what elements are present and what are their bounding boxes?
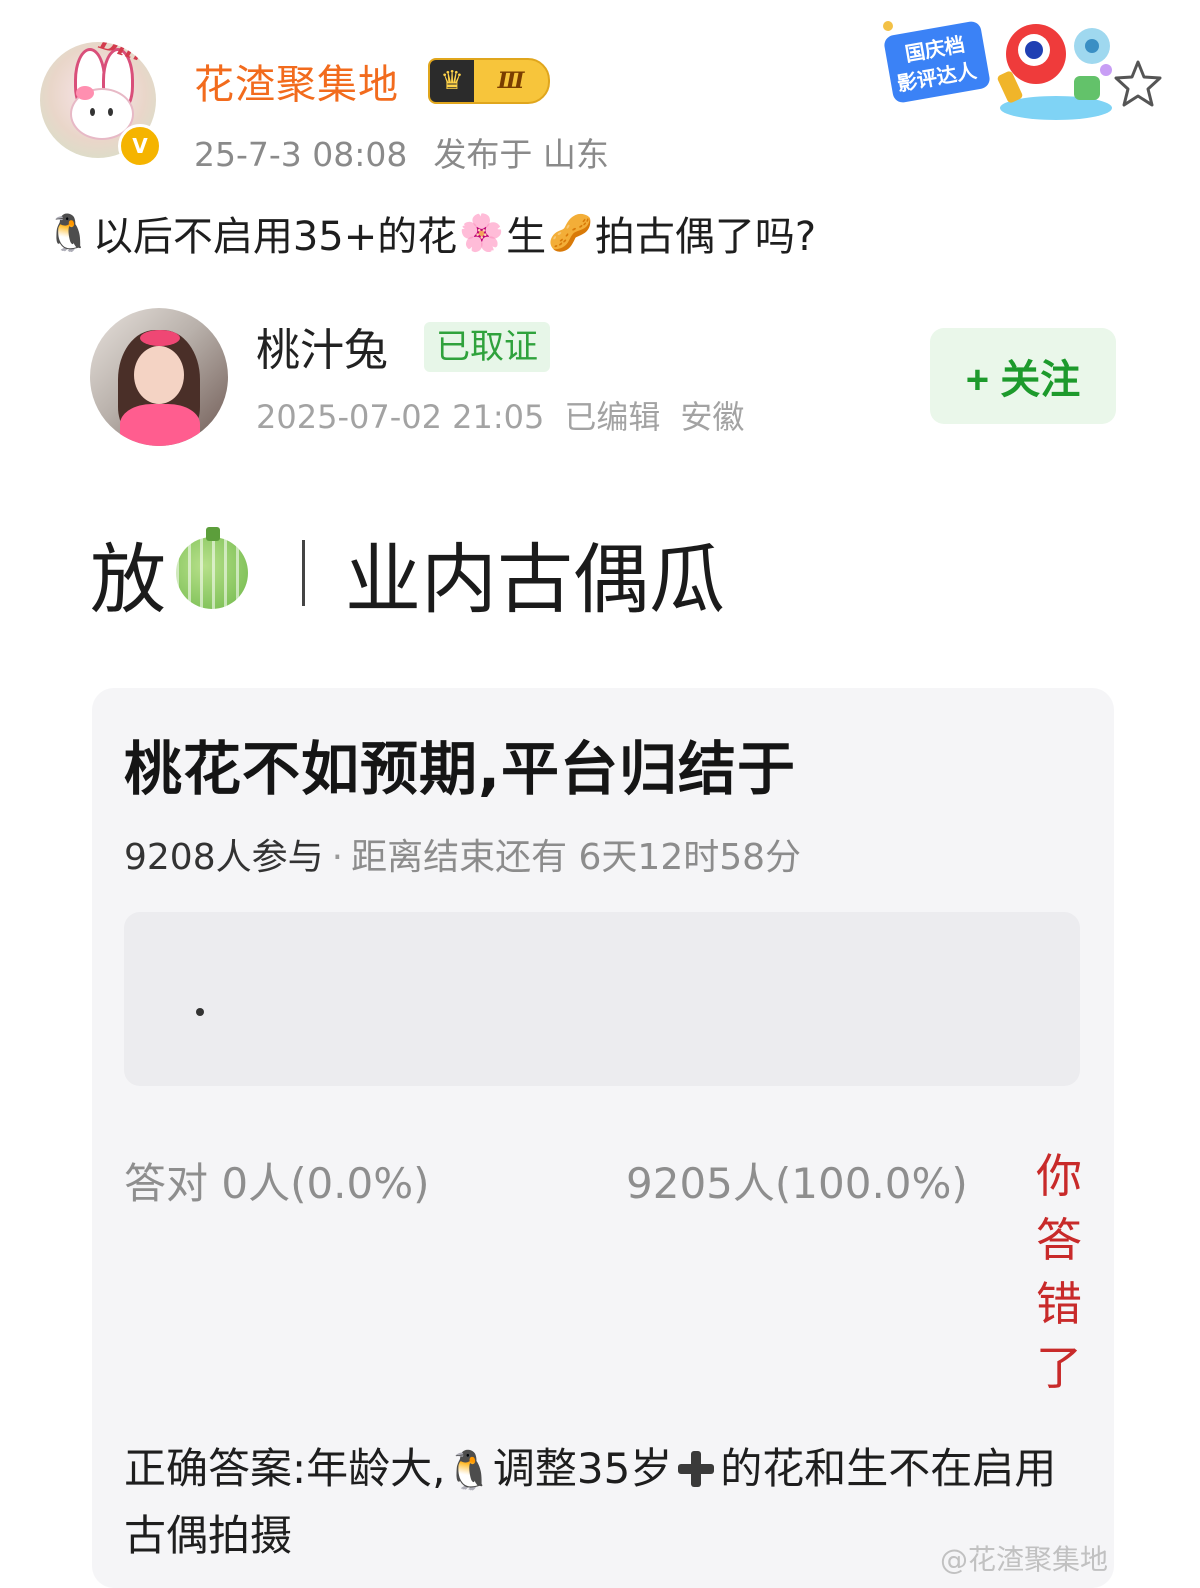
peanut-icon: 🥜 <box>548 213 593 254</box>
answer-part1: 正确答案:年龄大, <box>124 1444 446 1493</box>
headline-title: 业内古偶瓜 <box>345 535 725 624</box>
poll-other-stat: 9205人(100.0%) <box>626 1159 968 1208</box>
quoted-headline: 放 业内古偶瓜 <box>90 518 725 628</box>
post-meta: 25-7-3 08:08 发布于 山东 <box>194 128 609 176</box>
watermark: @花渣聚集地 <box>940 1543 1109 1576</box>
quoted-timestamp: 2025-07-02 21:05 <box>256 398 545 436</box>
crown-icon: ♛ <box>440 66 464 96</box>
wrong-char: 你 <box>1036 1149 1082 1203</box>
melon-icon <box>176 527 248 609</box>
plus-icon <box>676 1449 716 1489</box>
wrong-char: 了 <box>1036 1341 1082 1395</box>
poll-subtitle: 9208人参与 · 距离结束还有 6天12时58分 <box>124 828 801 880</box>
post-content: 🐧 以后不启用35+的花 🌸 生 🥜 拍古偶了吗? <box>44 204 816 262</box>
post-timestamp: 25-7-3 08:08 <box>194 135 408 174</box>
wrong-char: 答 <box>1036 1213 1082 1267</box>
poll-correct-stat: 答对 0人(0.0%) <box>124 1159 430 1208</box>
verified-tag: 已取证 <box>424 322 550 372</box>
author-name[interactable]: 花渣聚集地 <box>194 52 399 110</box>
wrong-answer-label: 你 答 错 了 <box>1034 1144 1084 1400</box>
poll-question: 桃花不如预期,平台归结于 <box>124 735 797 803</box>
avatar-eye-right <box>108 108 113 116</box>
edited-label: 已编辑 <box>564 398 661 436</box>
avatar-top <box>120 404 200 446</box>
headline-prefix: 放 <box>90 535 166 624</box>
poll-remaining-time: 距离结束还有 6天12时58分 <box>351 837 802 878</box>
avatar-eye-left <box>90 108 95 116</box>
post-text-part2: 生 <box>506 214 547 260</box>
verified-badge-icon: V <box>118 124 162 168</box>
member-level-badge[interactable]: ♛ Ⅲ <box>428 58 550 104</box>
answer-part2: 调整35岁 <box>492 1444 673 1493</box>
quoted-location: 安徽 <box>680 398 745 436</box>
holiday-review-badge-icon[interactable]: 国庆档 影评达人 <box>878 12 1118 120</box>
quoted-author-avatar[interactable] <box>90 308 228 446</box>
cherry-blossom-icon: 🌸 <box>459 213 505 254</box>
poll-option[interactable] <box>124 912 1080 1086</box>
follow-button[interactable]: + 关注 <box>930 328 1116 424</box>
member-level-text: Ⅲ <box>497 68 525 94</box>
headline-divider <box>302 540 305 606</box>
poll-separator: · <box>331 837 344 878</box>
quoted-author-name[interactable]: 桃汁兔 <box>256 314 388 378</box>
post-text-part1: 以后不启用35+的花 <box>92 214 458 260</box>
avatar-bow <box>76 86 94 100</box>
favorite-star-icon[interactable] <box>1112 58 1164 110</box>
post-location: 发布于 山东 <box>433 135 609 174</box>
option-marker <box>196 1008 204 1016</box>
penguin-icon: 🐧 <box>46 213 91 254</box>
post-text-part3: 拍古偶了吗? <box>594 214 817 260</box>
quoted-post-meta: 2025-07-02 21:05 已编辑 安徽 <box>256 392 744 438</box>
wrong-char: 错 <box>1036 1277 1082 1331</box>
avatar-bow <box>140 330 180 346</box>
avatar-face <box>134 346 184 404</box>
poll-participants: 9208人参与 <box>124 837 324 878</box>
penguin-icon: 🐧 <box>445 1448 493 1492</box>
